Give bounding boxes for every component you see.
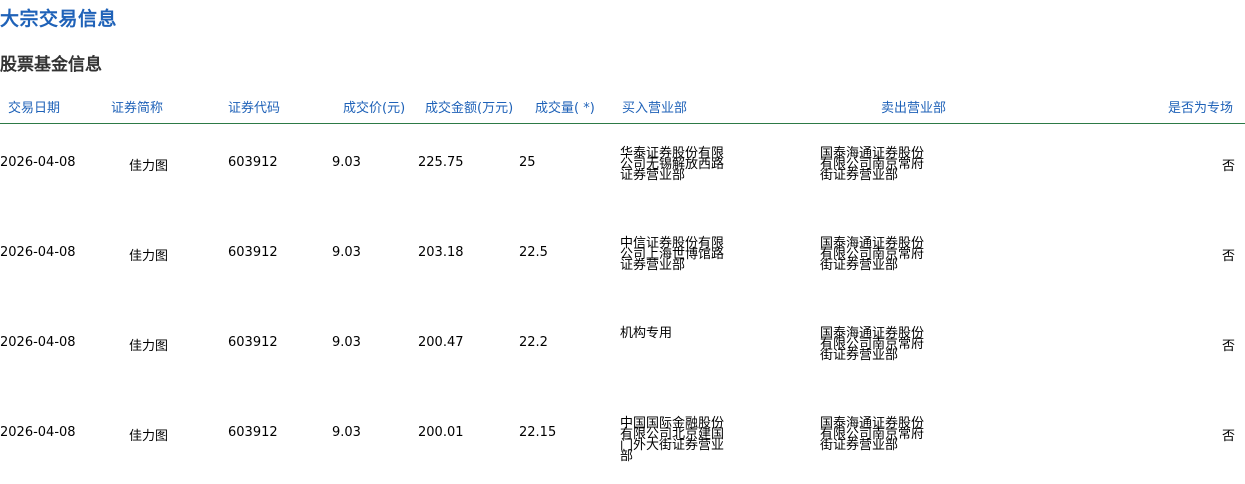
price-cell: 9.03	[332, 245, 361, 260]
special-cell: 否	[1221, 339, 1235, 354]
seller-cell: 国泰海通证券股份有限公司南京常府街证券营业部	[820, 326, 925, 363]
security-code-cell[interactable]: 603912	[228, 425, 278, 440]
security-code-cell[interactable]: 603912	[228, 245, 278, 260]
buyer-cell: 华泰证券股份有限公司无锡解放西路证券营业部	[620, 146, 725, 183]
seller-cell: 国泰海通证券股份有限公司南京常府街证券营业部	[820, 236, 925, 273]
special-cell: 否	[1221, 429, 1235, 444]
column-header-special[interactable]: 是否为专场	[1168, 97, 1233, 116]
date-cell: 2026-04-08	[0, 335, 76, 350]
price-cell: 9.03	[332, 425, 361, 440]
column-header-volume[interactable]: 成交量( *)	[535, 97, 595, 116]
section-title: 股票基金信息	[0, 55, 102, 75]
security-code-cell[interactable]: 603912	[228, 335, 278, 350]
volume-cell: 22.5	[519, 245, 548, 260]
price-cell: 9.03	[332, 155, 361, 170]
amount-cell: 203.18	[418, 245, 464, 260]
security-code-cell[interactable]: 603912	[228, 155, 278, 170]
amount-cell: 225.75	[418, 155, 464, 170]
date-cell: 2026-04-08	[0, 155, 76, 170]
page-title: 大宗交易信息	[0, 8, 118, 30]
header-divider	[0, 123, 1245, 124]
security-name-cell[interactable]: 佳力图	[129, 335, 168, 354]
seller-cell: 国泰海通证券股份有限公司南京常府街证券营业部	[820, 146, 925, 183]
column-header-price[interactable]: 成交价(元)	[343, 97, 405, 116]
column-header-seller[interactable]: 卖出营业部	[881, 97, 946, 116]
column-header-code[interactable]: 证券代码	[228, 97, 280, 116]
security-name-cell[interactable]: 佳力图	[129, 245, 168, 264]
volume-cell: 22.15	[519, 425, 557, 440]
volume-cell: 25	[519, 155, 536, 170]
date-cell: 2026-04-08	[0, 425, 76, 440]
security-name-cell[interactable]: 佳力图	[129, 425, 168, 444]
special-cell: 否	[1221, 249, 1235, 264]
column-header-date[interactable]: 交易日期	[8, 97, 60, 116]
security-name-cell[interactable]: 佳力图	[129, 155, 168, 174]
date-cell: 2026-04-08	[0, 245, 76, 260]
volume-cell: 22.2	[519, 335, 548, 350]
seller-cell: 国泰海通证券股份有限公司南京常府街证券营业部	[820, 416, 925, 453]
price-cell: 9.03	[332, 335, 361, 350]
buyer-cell: 机构专用	[620, 326, 673, 341]
special-cell: 否	[1221, 159, 1235, 174]
buyer-cell: 中国国际金融股份有限公司北京建国门外大街证券营业部	[620, 416, 725, 464]
column-header-amount[interactable]: 成交金额(万元)	[425, 97, 513, 116]
buyer-cell: 中信证券股份有限公司上海世博馆路证券营业部	[620, 236, 725, 273]
column-header-name[interactable]: 证券简称	[111, 97, 163, 116]
amount-cell: 200.01	[418, 425, 464, 440]
column-header-buyer[interactable]: 买入营业部	[622, 97, 687, 116]
amount-cell: 200.47	[418, 335, 464, 350]
